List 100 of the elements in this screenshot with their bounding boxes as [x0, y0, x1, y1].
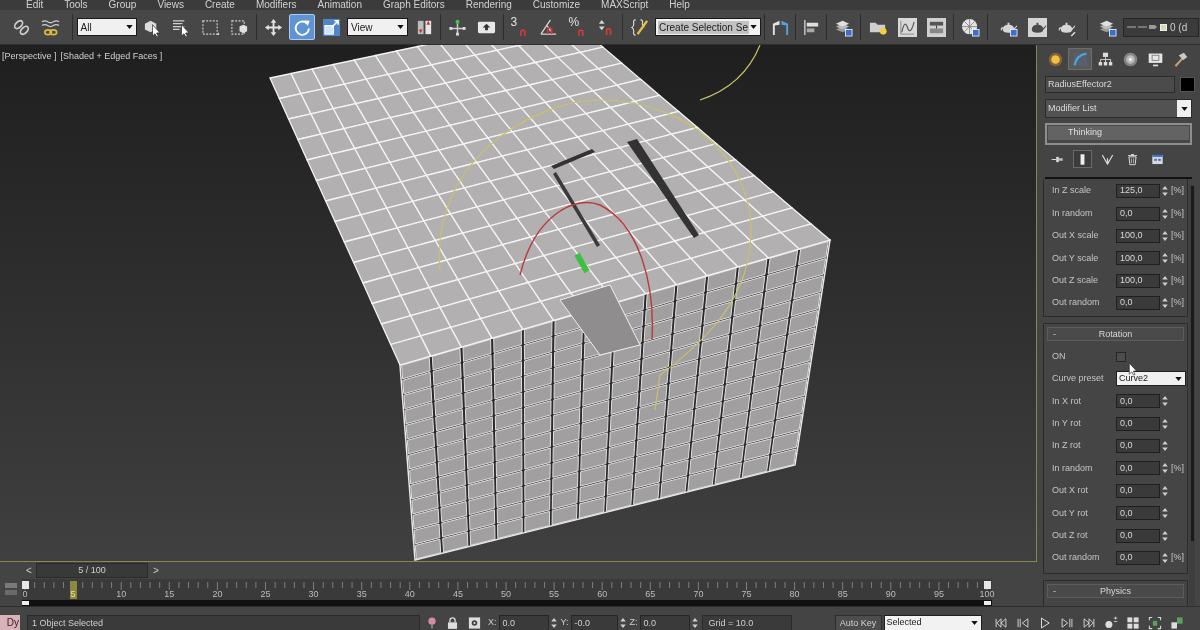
menu-item[interactable]: Tools	[64, 0, 88, 10]
caret-down-icon	[1181, 106, 1188, 111]
rollout-header[interactable]: - Physics	[1047, 584, 1184, 599]
frame-number: 15	[164, 589, 175, 599]
unit-label: [%]	[1171, 551, 1184, 565]
menu-item[interactable]: Create	[204, 0, 235, 10]
four-squares-icon	[1125, 616, 1140, 630]
spinner-field[interactable]: 0,0	[1116, 439, 1160, 454]
range-end-marker-icon	[984, 601, 991, 605]
snap-button[interactable]: 3	[506, 14, 533, 40]
rollout-header[interactable]: - Rotation	[1047, 327, 1184, 342]
layer-lines-icon	[1127, 23, 1157, 31]
listener-button[interactable]: Dy	[0, 615, 20, 630]
named-selection-field[interactable]: Create Selection Se	[655, 18, 761, 36]
spinner-arrows-icon	[1162, 185, 1168, 198]
spinner-field[interactable]: 0,0	[1116, 394, 1160, 409]
spinner-arrows-icon	[1162, 507, 1168, 520]
menu-item[interactable]: Graph Editors	[382, 0, 445, 10]
parameter-label: Out X scale	[1052, 229, 1100, 243]
current-frame-marker[interactable]	[70, 581, 78, 599]
spinner-arrows-icon	[1162, 274, 1168, 287]
menu-item[interactable]: Group	[108, 0, 137, 10]
frame-number: 10	[116, 589, 127, 599]
viewport-label[interactable]: [Shaded + Edged Faces ]	[60, 51, 163, 62]
frame-number: 35	[356, 589, 367, 599]
menu-item[interactable]: Customize	[532, 0, 581, 10]
range-start-marker-icon	[22, 601, 29, 605]
viewport-label[interactable]: [Perspective ]	[2, 51, 57, 62]
parameter-label: In X rot	[1052, 394, 1082, 408]
layer-field[interactable]: 0 (d	[1123, 17, 1199, 37]
frame-number: 85	[837, 589, 848, 599]
spinner-arrows-icon	[1162, 529, 1168, 542]
menu-item[interactable]: Edit	[26, 0, 44, 10]
coordinate-field[interactable]: 0.0	[639, 615, 690, 630]
coordinate-system-dropdown[interactable]: View	[347, 18, 408, 36]
dot-plus-minus-icon	[1103, 616, 1118, 630]
frame-number: 5	[70, 589, 76, 599]
key-track[interactable]	[22, 600, 992, 606]
spinner-arrows-icon	[1162, 252, 1168, 265]
parameter-label: In Y rot	[1052, 416, 1082, 430]
fork-icon	[1101, 152, 1114, 166]
menu-item[interactable]: Views	[157, 0, 184, 10]
spinner-field[interactable]: 125,0	[1116, 184, 1160, 199]
curve-preset-dropdown[interactable]: Curve2	[1116, 371, 1186, 387]
scrollbar-thumb[interactable]	[1190, 186, 1194, 541]
spinner-field[interactable]: 100,0	[1116, 273, 1160, 288]
key-filter-dropdown[interactable]: Selected	[883, 615, 982, 630]
spinner-field[interactable]: 0,0	[1116, 528, 1160, 543]
axis-label: Y:	[560, 616, 569, 630]
auto-key-button[interactable]: Auto Key	[834, 615, 882, 630]
unit-label: [%]	[1171, 274, 1184, 287]
two-squares-icon	[1169, 616, 1184, 630]
caret-down-icon	[1175, 376, 1182, 381]
menu-item[interactable]: Help	[669, 0, 690, 10]
unit-label: [%]	[1171, 296, 1184, 310]
spinner-field[interactable]: 0,0	[1116, 551, 1160, 566]
time-slider-thumb[interactable]: 5 / 100	[36, 563, 148, 578]
caret-down-icon	[397, 25, 404, 29]
unit-label: [%]	[1171, 229, 1184, 243]
spinner-field[interactable]: 0,0	[1116, 416, 1160, 431]
show-end-result-button[interactable]	[1073, 150, 1092, 168]
menu-item[interactable]: Animation	[317, 0, 362, 10]
spinner-arrows-icon	[1162, 417, 1168, 430]
spinner-field[interactable]: 0,0	[1116, 461, 1160, 476]
spinner-field[interactable]: 0,0	[1116, 483, 1160, 498]
hierarchy-tree-icon	[1096, 50, 1114, 68]
grid-size-field: Grid = 10.0	[701, 615, 792, 630]
time-ruler-track[interactable]: 0 5 10 15 20 25 30 35 40 45 50 55 60 65 70 75 80 85 90 95 100	[22, 579, 992, 600]
move-arrows-icon	[263, 17, 283, 37]
frame-number: 90	[885, 589, 896, 599]
modifier-list-dropdown[interactable]: Modifier List	[1045, 99, 1192, 118]
coordinate-field[interactable]: -0.0	[570, 615, 618, 630]
stack-item[interactable]: Thinking	[1048, 126, 1189, 140]
object-name-field[interactable]: RadiusEffector2	[1045, 76, 1175, 93]
spinner-field[interactable]: 100,0	[1116, 228, 1160, 243]
checkbox[interactable]	[1116, 351, 1126, 362]
parameter-label: Out Y rot	[1052, 506, 1089, 520]
angle-magnet-icon	[539, 17, 558, 37]
scrollbar-track[interactable]	[1189, 185, 1195, 605]
spinner-arrows-icon	[1162, 462, 1168, 475]
next-frame-button[interactable]: >	[148, 563, 164, 578]
align-bars-icon	[801, 17, 821, 37]
spinner-field[interactable]: 0,0	[1116, 206, 1160, 221]
spinner-arrows-icon	[619, 617, 626, 629]
menu-item[interactable]: MAXScript	[601, 0, 649, 10]
axis-label: X:	[488, 616, 497, 630]
spinner-field[interactable]: 0,0	[1116, 296, 1160, 311]
previous-frame-button[interactable]: <	[22, 563, 36, 578]
spinner-field[interactable]: 100,0	[1116, 251, 1160, 266]
menu-item[interactable]: Rendering	[465, 0, 512, 10]
spinner-field[interactable]: 0,0	[1116, 506, 1160, 521]
menu-item[interactable]: Modifiers	[255, 0, 297, 10]
parameter-label: Out X rot	[1052, 484, 1089, 498]
viewport[interactable]: [Perspective ] [Shaded + Edged Faces ]	[0, 45, 1037, 562]
coordinate-field[interactable]: 0.0	[498, 615, 549, 630]
collapse-toggle[interactable]: -	[1053, 585, 1056, 598]
selection-filter-dropdown[interactable]: All	[76, 18, 137, 36]
frame-number: 45	[452, 589, 463, 599]
collapse-toggle[interactable]: -	[1053, 328, 1056, 341]
snap-button[interactable]: %	[564, 14, 591, 40]
